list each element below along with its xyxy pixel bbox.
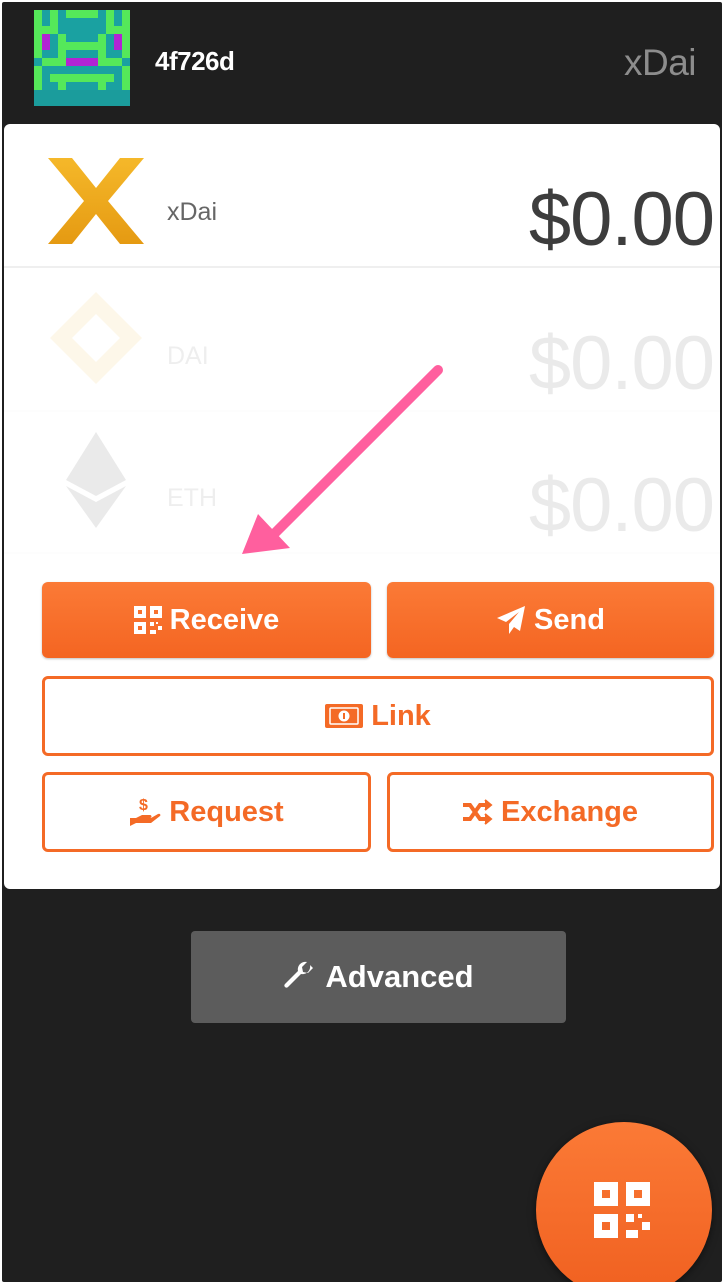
shuffle-icon bbox=[463, 799, 493, 825]
network-name: xDai bbox=[623, 42, 697, 83]
request-button[interactable]: $ Request bbox=[42, 772, 371, 852]
send-label: Send bbox=[534, 603, 605, 636]
exchange-label: Exchange bbox=[501, 795, 638, 828]
token-row-eth[interactable]: ETH $0.00 bbox=[4, 410, 720, 554]
dai-logo-icon bbox=[50, 292, 142, 384]
wrench-icon bbox=[283, 961, 315, 993]
token-name: ETH bbox=[167, 484, 217, 512]
wallet-address: 4f726d bbox=[155, 46, 235, 76]
token-name: DAI bbox=[167, 342, 209, 370]
qrcode-icon bbox=[133, 606, 162, 634]
token-balance: $0.00 bbox=[528, 177, 715, 262]
svg-text:$: $ bbox=[139, 797, 148, 814]
money-bill-icon bbox=[325, 704, 364, 728]
request-label: Request bbox=[169, 795, 284, 828]
advanced-label: Advanced bbox=[325, 959, 474, 994]
token-balance: $0.00 bbox=[528, 321, 715, 406]
xdai-logo-icon bbox=[48, 158, 144, 244]
hand-holding-usd-icon: $ bbox=[129, 796, 161, 828]
send-button[interactable]: Send bbox=[387, 582, 714, 658]
receive-button[interactable]: Receive bbox=[42, 582, 371, 658]
token-balance: $0.00 bbox=[528, 463, 715, 548]
link-button[interactable]: Link bbox=[42, 676, 714, 756]
identicon-avatar bbox=[34, 10, 130, 106]
exchange-button[interactable]: Exchange bbox=[387, 772, 714, 852]
token-row-xdai[interactable]: xDai $0.00 bbox=[4, 124, 720, 268]
balance-card: xDai $0.00 DAI $0.00 ETH $0.00 Receive S… bbox=[4, 124, 720, 889]
link-label: Link bbox=[371, 699, 431, 732]
token-name: xDai bbox=[167, 198, 218, 226]
qrcode-icon bbox=[594, 1182, 650, 1238]
advanced-button[interactable]: Advanced bbox=[191, 931, 566, 1023]
eth-logo-icon bbox=[66, 432, 126, 528]
receive-label: Receive bbox=[169, 603, 280, 636]
paper-plane-icon bbox=[496, 605, 526, 635]
scan-qr-button[interactable] bbox=[536, 1122, 712, 1282]
wallet-screen: 4f726d xDai xDai $0.00 DAI $0.00 ETH $0.… bbox=[2, 2, 722, 1282]
token-row-dai[interactable]: DAI $0.00 bbox=[4, 268, 720, 412]
